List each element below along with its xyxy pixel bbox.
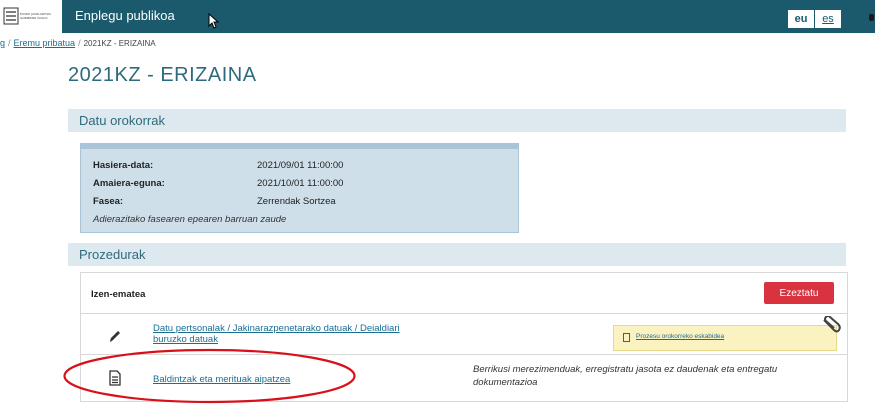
info-box-strip	[81, 144, 518, 149]
logo-mark-icon	[3, 7, 19, 25]
datu-orokorrak-header: Datu orokorrak	[68, 109, 846, 132]
breadcrumb-home-link[interactable]: g	[0, 38, 5, 48]
breadcrumb-separator: /	[78, 38, 81, 48]
logo[interactable]: EUSKO JAURLARITZA GOBIERNO VASCO	[0, 0, 62, 33]
top-bar: EUSKO JAURLARITZA GOBIERNO VASCO Enplegu…	[0, 0, 875, 33]
mouse-cursor-icon	[208, 13, 220, 29]
procedures-group-header: Izen-ematea Ezeztatu	[81, 273, 847, 314]
phase-label: Fasea:	[93, 196, 124, 207]
link-line: Datu pertsonalak / Jakinarazpenetarako d…	[153, 323, 400, 334]
group-label: Izen-ematea	[91, 289, 146, 300]
phase-value: Zerrendak Sortzea	[257, 196, 336, 207]
prozedurak-header: Prozedurak	[68, 243, 846, 266]
logo-text: EUSKO JAURLARITZA GOBIERNO VASCO	[20, 12, 51, 20]
lang-es-button[interactable]: es	[814, 9, 842, 29]
instruction-line: dokumentazioa	[473, 377, 538, 388]
personal-data-link[interactable]: Datu pertsonalak / Jakinarazpenetarako d…	[153, 323, 400, 345]
lang-eu-button[interactable]: eu	[787, 9, 815, 29]
start-date-value: 2021/09/01 11:00:00	[257, 160, 344, 171]
breadcrumb-current: 2021KZ - ERIZAINA	[83, 39, 156, 48]
start-date-label: Hasiera-data:	[93, 160, 154, 171]
paperclip-icon	[823, 316, 841, 333]
breadcrumb-eremu-pribatua-link[interactable]: Eremu pribatua	[14, 38, 76, 48]
general-request-link[interactable]: Prozesu orokorreko eskabidea	[636, 333, 724, 340]
review-instructions: Berrikusi merezimenduak, erregistratu ja…	[473, 363, 833, 389]
user-icon[interactable]	[869, 14, 874, 21]
pencil-icon	[110, 331, 120, 342]
section-heading: Prozedurak	[79, 247, 146, 262]
document-small-icon	[623, 333, 630, 342]
page-title: 2021KZ - ERIZAINA	[68, 64, 257, 86]
highlight-ellipse	[63, 348, 356, 404]
end-date-value: 2021/10/01 11:00:00	[257, 178, 344, 189]
phase-note: Adierazitako fasearen epearen barruan za…	[93, 214, 287, 225]
general-info-box: Hasiera-data: 2021/09/01 11:00:00 Amaier…	[80, 143, 519, 233]
end-date-label: Amaiera-eguna:	[93, 178, 165, 189]
instruction-line: Berrikusi merezimenduak, erregistratu ja…	[473, 364, 778, 375]
app-title[interactable]: Enplegu publikoa	[75, 8, 175, 23]
section-heading: Datu orokorrak	[79, 113, 165, 128]
breadcrumb-separator: /	[8, 38, 11, 48]
request-note: Prozesu orokorreko eskabidea	[613, 325, 837, 351]
breadcrumb: g / Eremu pribatua/2021KZ - ERIZAINA	[0, 38, 156, 48]
link-line: buruzko datuak	[153, 334, 218, 345]
cancel-button[interactable]: Ezeztatu	[764, 282, 834, 304]
